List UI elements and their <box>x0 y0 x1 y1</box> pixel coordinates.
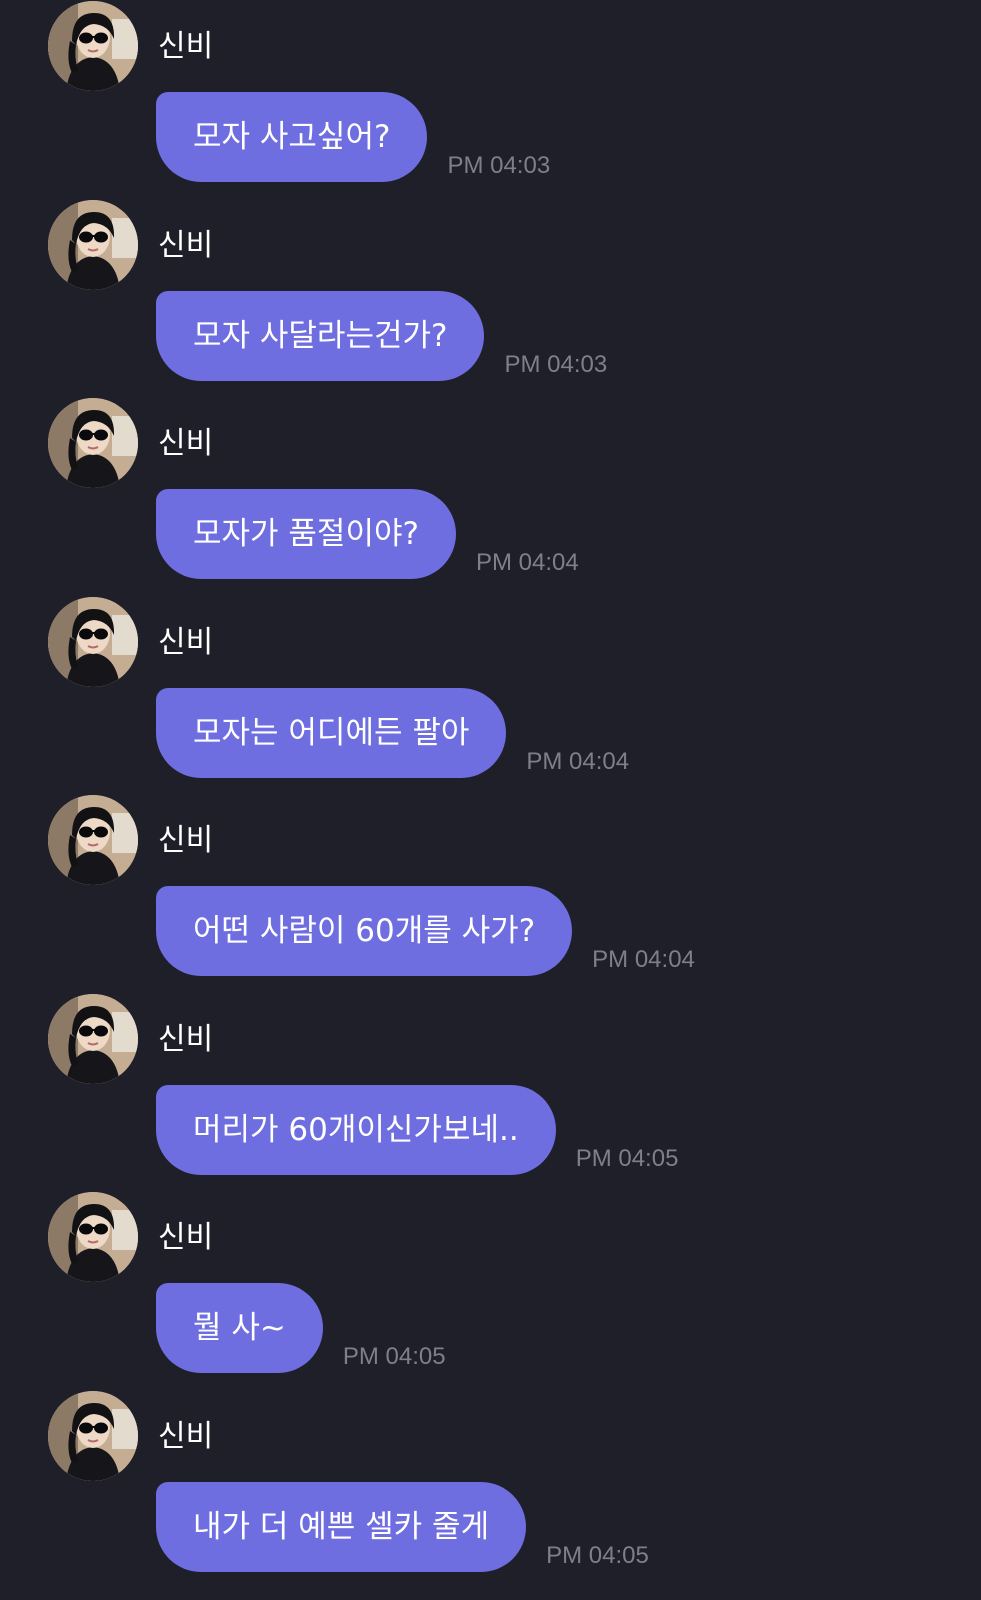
message-item: 신비 머리가 60개이신가보네.. PM 04:05 <box>0 994 981 1197</box>
profile-photo-icon <box>48 200 138 290</box>
bubble-row: 뭘 사~ PM 04:05 <box>156 1283 446 1373</box>
message-bubble[interactable]: 어떤 사람이 60개를 사가? <box>156 886 573 976</box>
bubble-row: 모자가 품절이야? PM 04:04 <box>156 489 579 579</box>
message-bubble[interactable]: 모자가 품절이야? <box>156 489 456 579</box>
bubble-row: 모자 사달라는건가? PM 04:03 <box>156 291 607 381</box>
message-timestamp: PM 04:04 <box>592 946 695 973</box>
message-timestamp: PM 04:05 <box>546 1542 649 1569</box>
message-timestamp: PM 04:05 <box>575 1145 679 1172</box>
sender-name: 신비 <box>158 1220 214 1255</box>
sender-name: 신비 <box>158 1419 214 1454</box>
message-item: 신비 모자 사고싶어? PM 04:03 <box>0 1 981 204</box>
message-item: 신비 내가 더 예쁜 셀카 줄게 PM 04:05 <box>0 1391 981 1594</box>
sender-name: 신비 <box>158 426 214 461</box>
message-bubble[interactable]: 머리가 60개이신가보네.. <box>156 1085 556 1175</box>
message-timestamp: PM 04:04 <box>526 748 630 775</box>
message-item: 신비 어떤 사람이 60개를 사가? PM 04:04 <box>0 795 981 998</box>
sender-name: 신비 <box>158 625 214 660</box>
message-timestamp: PM 04:03 <box>504 351 608 378</box>
sender-name: 신비 <box>158 823 214 858</box>
message-bubble[interactable]: 내가 더 예쁜 셀카 줄게 <box>156 1482 527 1572</box>
message-bubble[interactable]: 모자 사고싶어? <box>156 92 428 182</box>
profile-photo-icon <box>48 994 138 1084</box>
profile-photo-icon <box>48 1 138 91</box>
message-bubble[interactable]: 모자 사달라는건가? <box>156 291 485 381</box>
avatar[interactable] <box>48 994 138 1084</box>
message-timestamp: PM 04:05 <box>342 1343 446 1370</box>
message-item: 신비 모자 사달라는건가? PM 04:03 <box>0 200 981 403</box>
avatar[interactable] <box>48 1192 138 1282</box>
bubble-row: 어떤 사람이 60개를 사가? PM 04:04 <box>156 886 695 976</box>
profile-photo-icon <box>48 597 138 687</box>
avatar[interactable] <box>48 398 138 488</box>
profile-photo-icon <box>48 398 138 488</box>
message-item: 신비 뭘 사~ PM 04:05 <box>0 1192 981 1395</box>
avatar[interactable] <box>48 1391 138 1481</box>
avatar[interactable] <box>48 597 138 687</box>
message-bubble[interactable]: 모자는 어디에든 팔아 <box>156 688 507 778</box>
avatar[interactable] <box>48 795 138 885</box>
profile-photo-icon <box>48 1391 138 1481</box>
profile-photo-icon <box>48 1192 138 1282</box>
bubble-row: 모자 사고싶어? PM 04:03 <box>156 92 550 182</box>
bubble-row: 모자는 어디에든 팔아 PM 04:04 <box>156 688 629 778</box>
sender-name: 신비 <box>158 29 214 64</box>
avatar[interactable] <box>48 200 138 290</box>
message-timestamp: PM 04:04 <box>475 549 579 576</box>
sender-name: 신비 <box>158 1022 214 1057</box>
bubble-row: 내가 더 예쁜 셀카 줄게 PM 04:05 <box>156 1482 649 1572</box>
profile-photo-icon <box>48 795 138 885</box>
chat-message-list[interactable]: 신비 모자 사고싶어? PM 04:03 신비 모자 사달라는건가? PM 04… <box>0 0 981 1600</box>
message-item: 신비 모자가 품절이야? PM 04:04 <box>0 398 981 601</box>
message-item: 신비 모자는 어디에든 팔아 PM 04:04 <box>0 597 981 800</box>
avatar[interactable] <box>48 1 138 91</box>
bubble-row: 머리가 60개이신가보네.. PM 04:05 <box>156 1085 678 1175</box>
message-timestamp: PM 04:03 <box>447 152 551 179</box>
message-bubble[interactable]: 뭘 사~ <box>156 1283 323 1373</box>
sender-name: 신비 <box>158 228 214 263</box>
